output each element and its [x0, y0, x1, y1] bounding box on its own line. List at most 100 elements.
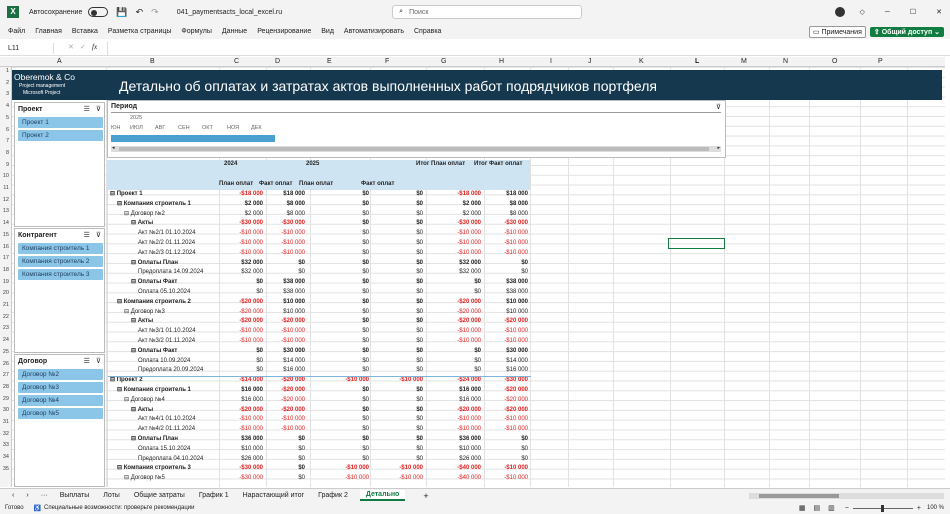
pivot-cell[interactable]: $8 000 [510, 210, 528, 220]
slicer-item-contract-4[interactable]: Договор №4 [18, 395, 103, 406]
row-header[interactable]: 34 [3, 454, 9, 460]
row-header[interactable]: 14 [3, 220, 9, 226]
pivot-cell[interactable]: $0 [298, 259, 305, 269]
zoom-level[interactable]: 100 % [927, 505, 944, 511]
pivot-cell[interactable]: -$30 000 [281, 219, 305, 229]
pivot-cell[interactable]: $14 000 [283, 357, 305, 367]
pivot-cell[interactable]: $0 [362, 190, 369, 200]
selected-cell[interactable] [668, 238, 725, 249]
pivot-cell[interactable]: $0 [362, 337, 369, 347]
row-header[interactable]: 28 [3, 384, 9, 390]
tab-cumulative[interactable]: Нарастающий итог [243, 492, 305, 499]
menu-item-view[interactable]: Вид [321, 28, 334, 35]
zoom-slider[interactable] [852, 504, 913, 512]
pivot-cell[interactable]: -$40 000 [457, 474, 481, 484]
menu-item-review[interactable]: Рецензирование [257, 28, 311, 35]
pivot-cell[interactable]: -$10 000 [457, 415, 481, 425]
pivot-cell[interactable]: -$30 000 [457, 219, 481, 229]
pivot-cell[interactable]: $14 000 [506, 357, 528, 367]
pivot-cell[interactable]: -$20 000 [281, 376, 305, 386]
col-header[interactable]: J [588, 58, 592, 65]
pivot-cell[interactable]: $0 [416, 386, 423, 396]
pivot-cell[interactable]: $0 [521, 455, 528, 465]
scroll-left-icon[interactable]: ◂ [112, 145, 115, 151]
pivot-cell[interactable]: $0 [362, 435, 369, 445]
pivot-cell[interactable]: $0 [362, 268, 369, 278]
pivot-cell[interactable]: $0 [256, 357, 263, 367]
pivot-cell[interactable]: $0 [416, 229, 423, 239]
redo-icon[interactable]: ↷ [151, 7, 159, 18]
menu-item-help[interactable]: Справка [414, 28, 441, 35]
pivot-cell[interactable]: -$10 000 [239, 425, 263, 435]
pivot-cell[interactable]: $0 [521, 259, 528, 269]
pivot-cell[interactable]: $0 [416, 445, 423, 455]
multiselect-icon[interactable]: ☰ [84, 357, 90, 365]
pivot-cell[interactable]: -$20 000 [457, 308, 481, 318]
pivot-cell[interactable]: -$10 000 [504, 229, 528, 239]
pivot-cell[interactable]: -$10 000 [399, 474, 423, 484]
add-sheet-icon[interactable]: + [423, 491, 428, 501]
slicer-item-contract-3[interactable]: Договор №3 [18, 382, 103, 393]
pivot-cell[interactable]: -$30 000 [239, 219, 263, 229]
pivot-cell[interactable]: $0 [256, 347, 263, 357]
slicer-item-contractor-3[interactable]: Компания строитель 3 [18, 269, 103, 280]
slicer-item-project-1[interactable]: Проект 1 [18, 117, 103, 128]
pivot-cell[interactable]: $16 000 [506, 366, 528, 376]
pivot-cell[interactable]: $0 [362, 347, 369, 357]
pivot-cell[interactable]: -$10 000 [504, 327, 528, 337]
timeline-selection-bar[interactable] [111, 135, 275, 142]
pivot-cell[interactable]: -$10 000 [239, 327, 263, 337]
pivot-cell[interactable]: $0 [362, 200, 369, 210]
pivot-row-label[interactable]: ⊟ Оплаты Факт [131, 278, 177, 288]
pivot-cell[interactable]: $10 000 [506, 298, 528, 308]
pivot-cell[interactable]: $38 000 [283, 278, 305, 288]
pivot-cell[interactable]: $0 [362, 249, 369, 259]
pivot-cell[interactable]: $0 [298, 474, 305, 484]
pivot-cell[interactable]: -$20 000 [457, 406, 481, 416]
col-header[interactable]: L [695, 58, 699, 65]
row-header[interactable]: 20 [3, 290, 9, 296]
row-header[interactable]: 13 [3, 208, 9, 214]
timeline-month[interactable]: СЕН [178, 125, 190, 131]
diamond-icon[interactable]: ◇ [859, 8, 864, 16]
row-header[interactable]: 26 [3, 361, 9, 367]
pivot-cell[interactable]: -$10 000 [281, 239, 305, 249]
pivot-cell[interactable]: $16 000 [283, 366, 305, 376]
row-header[interactable]: 23 [3, 325, 9, 331]
pivot-cell[interactable]: $0 [362, 288, 369, 298]
row-header[interactable]: 18 [3, 267, 9, 273]
row-header[interactable]: 3 [6, 91, 9, 97]
pivot-cell[interactable]: $0 [362, 366, 369, 376]
pivot-cell[interactable]: $0 [416, 219, 423, 229]
pivot-cell[interactable]: -$10 000 [457, 327, 481, 337]
pivot-cell[interactable]: $0 [298, 435, 305, 445]
row-header[interactable]: 27 [3, 372, 9, 378]
tab-chart-1[interactable]: График 1 [199, 492, 229, 499]
pivot-cell[interactable]: -$10 000 [457, 337, 481, 347]
col-header[interactable]: E [327, 58, 332, 65]
zoom-out-icon[interactable]: − [845, 505, 849, 512]
pivot-cell[interactable]: -$10 000 [504, 239, 528, 249]
pivot-cell[interactable]: -$10 000 [399, 464, 423, 474]
normal-view-icon[interactable]: ▦ [799, 504, 806, 512]
pivot-cell[interactable]: $10 000 [459, 445, 481, 455]
col-header[interactable]: I [550, 58, 552, 65]
col-header[interactable]: B [150, 58, 155, 65]
pivot-cell[interactable]: $36 000 [241, 435, 263, 445]
pivot-cell[interactable]: $18 000 [506, 190, 528, 200]
pivot-cell[interactable]: $32 000 [241, 259, 263, 269]
filename[interactable]: 041_paymentsacts_local_excel.ru [177, 9, 282, 16]
pivot-cell[interactable]: -$10 000 [239, 337, 263, 347]
pivot-row-label[interactable]: Акт №3/2 01.11.2024 [138, 337, 195, 347]
pivot-year-2025[interactable]: 2025 [306, 160, 319, 170]
pivot-cell[interactable]: $26 000 [241, 455, 263, 465]
pivot-cell[interactable]: $38 000 [506, 288, 528, 298]
pivot-cell[interactable]: $0 [521, 435, 528, 445]
pivot-cell[interactable]: $8 000 [287, 210, 305, 220]
pivot-cell[interactable]: -$20 000 [504, 317, 528, 327]
pivot-cell[interactable]: $0 [362, 219, 369, 229]
pivot-cell[interactable]: $38 000 [283, 288, 305, 298]
more-sheets-icon[interactable]: ··· [41, 492, 48, 499]
pivot-cell[interactable]: $16 000 [241, 396, 263, 406]
menu-item-data[interactable]: Данные [222, 28, 247, 35]
